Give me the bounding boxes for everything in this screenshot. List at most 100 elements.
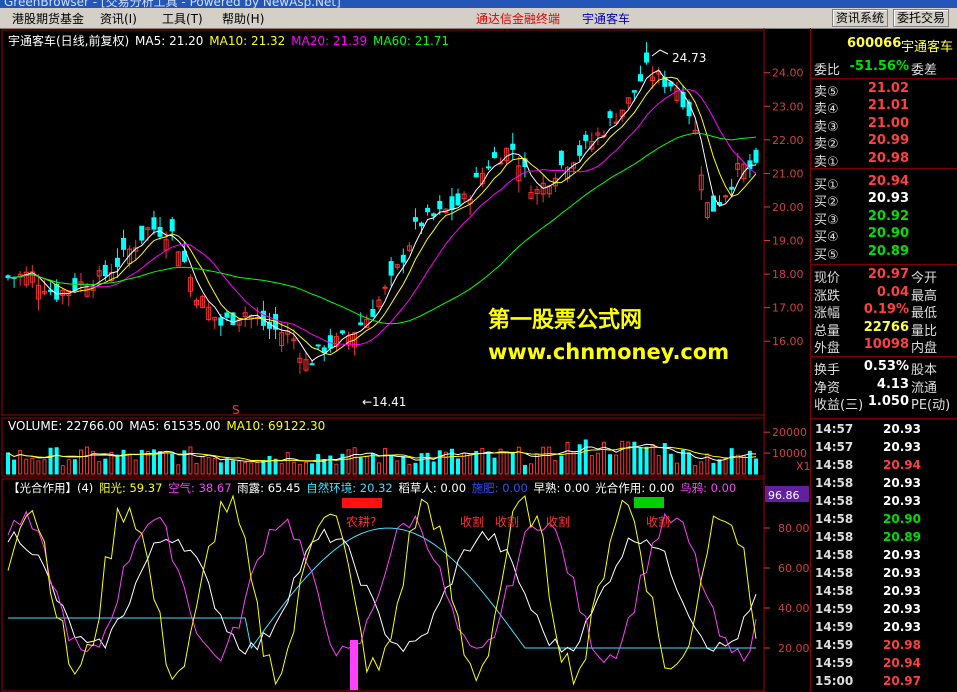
watermark-title: 第一股票公式网 xyxy=(488,308,643,333)
stat-row-4-label: 外盘 xyxy=(814,341,841,356)
trade-button[interactable]: 委托交易 xyxy=(893,9,950,27)
stat2-row-1-value: 4.13 xyxy=(876,376,909,392)
menu-bar: 港股期货基金 资讯(I) 工具(T) 帮助(H) 通达信金融终端 宇通客车 资讯… xyxy=(0,8,957,29)
volume-bar xyxy=(492,457,497,475)
weibi-row: 委比 -51.56% 委差 xyxy=(811,59,957,78)
volume-bar xyxy=(383,448,388,475)
volume-bar xyxy=(370,453,375,475)
tick-price: 20.93 xyxy=(883,548,921,562)
volume-bar xyxy=(407,463,412,475)
tick-row: 14:58 20.94 xyxy=(811,458,957,476)
candle-body xyxy=(151,217,157,230)
candle-body xyxy=(370,309,376,317)
stat-row-0: 现价 20.97 今开 xyxy=(811,267,957,286)
volume-bar xyxy=(729,448,734,475)
price-tick-label: 24.00 xyxy=(772,67,804,80)
candle-body xyxy=(492,152,498,158)
tick-row: 14:57 20.93 xyxy=(811,422,957,440)
volume-bar xyxy=(170,453,175,475)
tick-row: 14:58 20.93 xyxy=(811,476,957,494)
candle-body xyxy=(729,186,735,190)
candle-body xyxy=(449,196,455,211)
sell-row-5-value: 21.02 xyxy=(867,81,909,96)
tick-time: 14:58 xyxy=(815,476,854,490)
stat2-row-0-label: 换手 xyxy=(814,363,841,378)
volume-bar xyxy=(735,454,740,475)
tick-row: 14:58 20.90 xyxy=(811,512,957,530)
candle-body xyxy=(121,237,127,250)
stat-row-3-value: 22766 xyxy=(863,319,909,335)
weibi-row-label: 委比 xyxy=(814,63,841,78)
menu-item-help[interactable]: 帮助(H) xyxy=(222,10,264,27)
volume-bar xyxy=(541,446,546,475)
buy-row-5-label: 买⑤ xyxy=(814,247,839,263)
stat-row-2-label: 涨幅 xyxy=(814,306,841,321)
tick-time: 14:59 xyxy=(815,638,854,652)
ma20-label: MA20: 21.39 xyxy=(291,34,368,48)
gh-label: 光合作用: 0.00 xyxy=(595,481,675,495)
tick-price: 20.94 xyxy=(883,656,921,670)
volume-bar xyxy=(6,452,10,475)
volume-bar xyxy=(595,452,600,475)
chart-area[interactable]: 24.00 23.00 22.00 21.00 20.00 19.00 18.00 17.00… xyxy=(0,28,810,692)
volume-bar xyxy=(176,464,181,475)
volume-bar xyxy=(85,446,90,475)
menu-ad-stock[interactable]: 宇通客车 xyxy=(582,10,630,27)
window-titlebar: GreenBrowser - [交易分析工具 - Powered by NewA… xyxy=(0,0,957,8)
volume-bar xyxy=(297,463,302,475)
volume-bar xyxy=(352,447,357,475)
indicator-legend: 【光合作用】(4) 阳光: 59.37 空气: 38.67 雨露: 65.45 … xyxy=(8,480,738,496)
candle-body xyxy=(425,207,431,213)
tick-time: 14:59 xyxy=(815,602,854,616)
tick-row: 14:58 20.93 xyxy=(811,566,957,584)
niao-label: 鸟鸦: 0.00 xyxy=(680,481,737,495)
bottom-signal-bar xyxy=(350,640,358,690)
panel-divider xyxy=(811,418,957,419)
volume-bar xyxy=(188,446,193,475)
high-marker xyxy=(651,49,669,57)
price-tick-label: 21.00 xyxy=(772,167,804,180)
price-tick-label: 18.00 xyxy=(772,268,804,281)
volume-bar xyxy=(608,454,613,475)
buy-row-4-value: 20.90 xyxy=(867,226,909,242)
stat-row-4-value: 10098 xyxy=(863,337,909,352)
stat2-row-0: 换手 0.53% 股本 xyxy=(811,359,957,378)
buy-row-1-label: 买① xyxy=(814,178,839,193)
stat2-row-0-right: 股本 xyxy=(911,363,938,378)
candle-body xyxy=(315,344,321,347)
tick-price: 20.94 xyxy=(883,458,921,472)
menu-item-info[interactable]: 资讯(I) xyxy=(100,10,137,27)
volume-bar xyxy=(681,449,686,475)
candle-body xyxy=(644,52,650,63)
menu-item-hk[interactable]: 港股期货基金 xyxy=(12,10,84,27)
volume-bar xyxy=(212,458,217,475)
candle-body xyxy=(455,193,461,206)
candle-body xyxy=(139,225,145,241)
volume-bar xyxy=(559,455,564,475)
volume-bar xyxy=(66,459,71,475)
candle-body xyxy=(102,264,108,277)
volume-bar xyxy=(103,458,108,475)
sell-row-5: 卖⑤ 21.02 xyxy=(811,81,957,100)
weibi-row-value: -51.56% xyxy=(849,59,909,74)
tick-price: 20.93 xyxy=(883,494,921,508)
volume-bar xyxy=(419,453,424,475)
volume-bar xyxy=(443,451,448,475)
menu-item-tools[interactable]: 工具(T) xyxy=(162,10,203,27)
volume-bar xyxy=(717,459,722,475)
volume-bar xyxy=(285,452,290,475)
candle-body xyxy=(485,166,491,169)
current-value: 96.86 xyxy=(768,489,800,502)
buy-row-3: 买③ 20.92 xyxy=(811,209,957,228)
kline-legend: 宇通客车(日线,前复权) MA5: 21.20 MA10: 21.32 MA20… xyxy=(8,32,451,49)
menu-ad-terminal[interactable]: 通达信金融终端 xyxy=(476,10,560,27)
vol-ma10-label: MA10: 69122.30 xyxy=(226,419,326,433)
stat2-row-2-right: PE(动) xyxy=(911,398,951,413)
zao-label: 早熟: 0.00 xyxy=(533,481,590,495)
quote-panel: 600066 宇通客车 委比 -51.56% 委差 卖⑤ 21.02 卖④ 21.01 卖③ 21.… xyxy=(810,28,957,692)
info-system-button[interactable]: 资讯系统 xyxy=(832,9,889,27)
sell-row-2: 卖② 20.99 xyxy=(811,133,957,152)
tick-row: 15:00 20.97 xyxy=(811,674,957,692)
vol-tick-label: 20000 xyxy=(772,426,807,439)
stat-row-1-label: 涨跌 xyxy=(814,288,841,304)
